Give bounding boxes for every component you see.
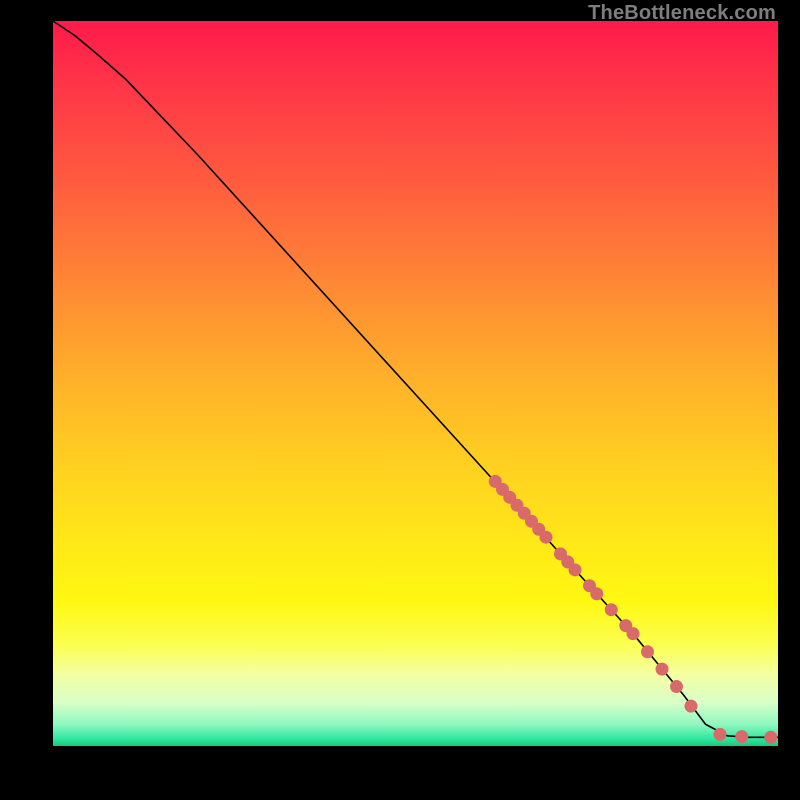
data-marker <box>641 645 654 658</box>
plot-area <box>53 21 778 746</box>
chart-stage: TheBottleneck.com <box>0 0 800 800</box>
data-marker <box>569 563 582 576</box>
data-marker <box>735 730 748 743</box>
curve-line <box>53 21 778 737</box>
chart-svg <box>53 21 778 746</box>
data-marker <box>627 627 640 640</box>
data-marker <box>685 700 698 713</box>
data-marker <box>656 663 669 676</box>
data-marker <box>764 731 777 744</box>
data-marker <box>540 531 553 544</box>
data-marker <box>714 728 727 741</box>
data-marker <box>590 587 603 600</box>
markers-group <box>489 475 778 744</box>
data-marker <box>605 603 618 616</box>
data-marker <box>670 680 683 693</box>
